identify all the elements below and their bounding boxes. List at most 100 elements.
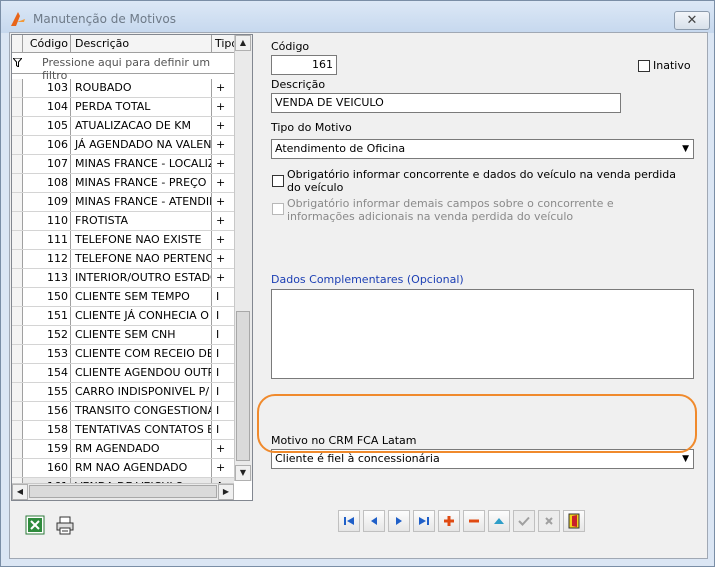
tipo-motivo-select[interactable]: Atendimento de Oficina ▼ — [271, 139, 694, 159]
description-cell: TELEFONE NAO PERTENCE — [72, 250, 212, 268]
next-icon — [396, 517, 402, 525]
table-row[interactable]: 153CLIENTE COM RECEIO DE DIRIGIR I — [12, 345, 234, 364]
triangle-up-icon — [494, 518, 504, 524]
code-cell: 104 — [23, 98, 71, 116]
table-row[interactable]: 112 TELEFONE NAO PERTENCE + — [12, 250, 234, 269]
codigo-field[interactable]: 161 — [271, 55, 337, 75]
descricao-field[interactable]: VENDA DE VEICULO — [271, 93, 621, 113]
scroll-thumb[interactable] — [236, 311, 250, 461]
description-cell: CLIENTE JÁ CONHECIA O VEÍCULO — [72, 307, 212, 325]
table-row[interactable]: 151CLIENTE JÁ CONHECIA O VEÍCULO I — [12, 307, 234, 326]
tipo-cell: + — [216, 176, 226, 189]
obrigatorio-demais-checkbox — [272, 203, 284, 215]
indicator-header — [12, 35, 23, 52]
description-cell: MINAS FRANCE - PREÇO — [72, 174, 212, 192]
tipo-cell: I — [216, 309, 220, 322]
prior-icon — [371, 517, 377, 525]
table-row[interactable]: 105 ATUALIZACAO DE KM + — [12, 117, 234, 136]
column-header-descricao[interactable]: Descrição — [72, 35, 212, 52]
row-indicator — [12, 364, 23, 382]
exit-button[interactable] — [563, 510, 585, 532]
close-button[interactable]: ✕ — [674, 11, 710, 30]
horizontal-scroll-thumb[interactable] — [29, 485, 217, 498]
table-row[interactable]: 103 ROUBADO + — [12, 79, 234, 98]
table-row[interactable]: 110 FROTISTA + — [12, 212, 234, 231]
code-cell: 153 — [23, 345, 71, 363]
grid-horizontal-scrollbar[interactable]: ◀ ▶ — [12, 483, 234, 500]
column-header-tipo[interactable]: Tipo — [213, 35, 234, 52]
row-indicator — [12, 117, 23, 135]
code-cell: 156 — [23, 402, 71, 420]
grid-header: Código Descrição Tipo — [12, 35, 234, 53]
table-row[interactable]: 106 JÁ AGENDADO NA VALENCE + — [12, 136, 234, 155]
delete-record-button[interactable] — [463, 510, 485, 532]
first-record-button[interactable] — [338, 510, 360, 532]
code-cell: 154 — [23, 364, 71, 382]
table-row[interactable]: 109MINAS FRANCE - ATENDIMENTO + — [12, 193, 234, 212]
scroll-left-button[interactable]: ◀ — [12, 484, 28, 500]
crm-motivo-value: Cliente é fiel à concessionária — [275, 452, 440, 465]
table-row[interactable]: 159 RM AGENDADO + — [12, 440, 234, 459]
table-row[interactable]: 108 MINAS FRANCE - PREÇO + — [12, 174, 234, 193]
table-row[interactable]: 158TENTATIVAS CONTATOS EXCEDIDAS I — [12, 421, 234, 440]
code-cell: 155 — [23, 383, 71, 401]
description-cell: ATUALIZACAO DE KM — [72, 117, 212, 135]
tipo-cell: I — [216, 347, 220, 360]
next-record-button[interactable] — [388, 510, 410, 532]
tipo-cell: + — [216, 442, 226, 455]
description-cell: RM NAO AGENDADO — [72, 459, 212, 477]
table-row[interactable]: 156TRANSITO CONGESTIONADO I — [12, 402, 234, 421]
row-indicator — [12, 269, 23, 287]
description-cell: JÁ AGENDADO NA VALENCE — [72, 136, 212, 154]
code-cell: 151 — [23, 307, 71, 325]
code-cell: 152 — [23, 326, 71, 344]
table-row[interactable]: 104 PERDA TOTAL + — [12, 98, 234, 117]
edit-record-button[interactable] — [488, 510, 510, 532]
tipo-cell: + — [216, 214, 226, 227]
tipo-cell: I — [216, 366, 220, 379]
row-indicator — [12, 421, 23, 439]
dados-complementares-memo[interactable] — [271, 289, 694, 379]
inativo-checkbox[interactable] — [638, 60, 650, 72]
table-row[interactable]: 111 TELEFONE NAO EXISTE + — [12, 231, 234, 250]
row-indicator — [12, 250, 23, 268]
post-record-button — [513, 510, 535, 532]
obrigatorio-concorrente-checkbox[interactable] — [272, 175, 284, 187]
scroll-up-button[interactable]: ▲ — [235, 35, 251, 51]
table-row[interactable]: 150 CLIENTE SEM TEMPO I — [12, 288, 234, 307]
check-icon — [518, 516, 530, 526]
filter-row[interactable]: Pressione aqui para definir um filtro — [12, 53, 234, 82]
grid-vertical-scrollbar[interactable]: ▲ ▼ — [234, 35, 252, 481]
title-bar: Manutenção de Motivos ✕ — [1, 1, 714, 33]
description-cell: CLIENTE COM RECEIO DE DIRIGIR — [72, 345, 212, 363]
table-row[interactable]: 152 CLIENTE SEM CNH I — [12, 326, 234, 345]
scroll-down-button[interactable]: ▼ — [235, 465, 251, 481]
excel-export-icon[interactable] — [24, 514, 46, 536]
column-header-codigo[interactable]: Código — [23, 35, 71, 52]
description-cell: CLIENTE SEM CNH — [72, 326, 212, 344]
code-cell: 110 — [23, 212, 71, 230]
print-icon[interactable] — [54, 514, 76, 536]
tipo-cell: I — [216, 328, 220, 341]
first-icon — [344, 517, 354, 525]
tipo-cell: I — [216, 385, 220, 398]
code-cell: 109 — [23, 193, 71, 211]
row-indicator — [12, 174, 23, 192]
scroll-right-button[interactable]: ▶ — [218, 484, 234, 500]
prior-record-button[interactable] — [363, 510, 385, 532]
table-row[interactable]: 155CARRO INDISPONIVEL P/ TESTE I — [12, 383, 234, 402]
minus-icon — [469, 519, 479, 523]
table-row[interactable]: 113 INTERIOR/OUTRO ESTADO + — [12, 269, 234, 288]
tipo-cell: + — [216, 195, 226, 208]
last-icon — [419, 517, 429, 525]
table-row[interactable]: 160 RM NAO AGENDADO + — [12, 459, 234, 478]
grid-rows: 103 ROUBADO +104 PERDA TOTAL +105 ATUALIZACAO… — [12, 79, 234, 497]
code-cell: 158 — [23, 421, 71, 439]
row-indicator — [12, 326, 23, 344]
tipo-cell: + — [216, 461, 226, 474]
table-row[interactable]: 154CLIENTE AGENDOU OUTRA DATA I — [12, 364, 234, 383]
last-record-button[interactable] — [413, 510, 435, 532]
table-row[interactable]: 107MINAS FRANCE - LOCALIZAÇÃO + — [12, 155, 234, 174]
insert-record-button[interactable] — [438, 510, 460, 532]
row-indicator — [12, 79, 23, 97]
